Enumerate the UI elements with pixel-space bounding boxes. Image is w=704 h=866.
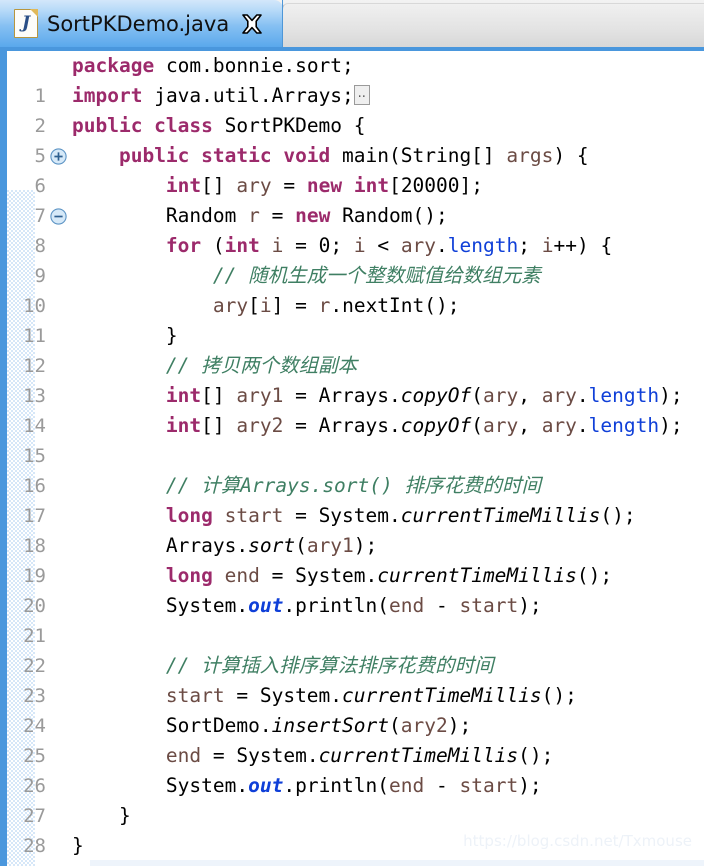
line-source: public static void main(String[] args) {: [118, 144, 589, 167]
java-editor-window: J SortPKDemo.java 1 package com.bonnie.s…: [0, 0, 704, 866]
code-line[interactable]: 17 // 计算Arrays.sort() 排序花费的时间: [0, 471, 704, 527]
line-source: package com.bonnie.sort;: [72, 54, 354, 77]
code-line[interactable]: 19 Arrays.sort(ary1);: [0, 531, 704, 587]
code-line[interactable]: 9 for (int i = 0; i < ary.length; i++) {: [0, 231, 704, 287]
line-source: Arrays.sort(ary1);: [165, 534, 378, 557]
line-source: for (int i = 0; i < ary.length; i++) {: [165, 234, 613, 257]
code-line[interactable]: 28 }: [0, 801, 704, 857]
tab-sortpkdemo-java[interactable]: J SortPKDemo.java: [0, 0, 283, 47]
code-line[interactable]: 5 public class SortPKDemo {: [0, 111, 704, 167]
line-source: import java.util.Arrays;..: [72, 81, 370, 111]
line-source: ary[i] = r.nextInt();: [212, 294, 460, 317]
editor-tab-bar: J SortPKDemo.java: [0, 0, 704, 47]
line-source: int[] ary = new int[20000];: [165, 174, 483, 197]
line-source: start = System.currentTimeMillis();: [165, 684, 577, 707]
code-line[interactable]: 20 long end = System.currentTimeMillis()…: [0, 561, 704, 617]
line-source: end = System.currentTimeMillis();: [165, 744, 554, 767]
code-line[interactable]: 14 int[] ary1 = Arrays.copyOf(ary, ary.l…: [0, 381, 704, 437]
java-file-icon-letter: J: [21, 13, 31, 33]
code-line[interactable]: 25 SortDemo.insertSort(ary2);: [0, 711, 704, 767]
code-line[interactable]: 2 import java.util.Arrays;..: [0, 81, 704, 165]
collapsed-imports-icon[interactable]: ..: [353, 84, 370, 105]
code-line[interactable]: 6 public static void main(String[] args)…: [0, 141, 704, 225]
line-source: }: [165, 324, 178, 347]
code-line[interactable]: 11 ary[i] = r.nextInt();: [0, 291, 704, 347]
code-line[interactable]: 10 // 随机生成一个整数赋值给数组元素: [0, 261, 704, 317]
line-source: [72, 441, 84, 471]
line-source: System.out.println(end - start);: [165, 594, 542, 617]
code-line[interactable]: 24 start = System.currentTimeMillis();: [0, 681, 704, 737]
line-source: [72, 621, 84, 651]
line-source: Random r = new Random();: [165, 204, 448, 227]
code-line[interactable]: 7 int[] ary = new int[20000];: [0, 171, 704, 227]
line-source: int[] ary2 = Arrays.copyOf(ary, ary.leng…: [165, 414, 683, 437]
code-line[interactable]: 21 System.out.println(end - start);: [0, 591, 704, 647]
code-line[interactable]: 13 // 拷贝两个数组副本: [0, 351, 704, 407]
code-line[interactable]: 18 long start = System.currentTimeMillis…: [0, 501, 704, 557]
line-source: SortDemo.insertSort(ary2);: [165, 714, 472, 737]
line-source: // 拷贝两个数组副本: [72, 354, 358, 377]
java-file-icon: J: [14, 9, 38, 38]
line-source: // 计算插入排序算法排序花费的时间: [72, 654, 494, 677]
line-source: public class SortPKDemo {: [72, 114, 366, 137]
line-source: long end = System.currentTimeMillis();: [165, 564, 613, 587]
code-lines: 1 package com.bonnie.sort; 2 import java…: [0, 51, 704, 866]
tab-bar-empty-area: [282, 3, 704, 47]
line-source: long start = System.currentTimeMillis();: [165, 504, 636, 527]
line-number: 29: [10, 861, 46, 866]
editor-bottom-strip: [90, 860, 704, 866]
code-line[interactable]: 15 int[] ary2 = Arrays.copyOf(ary, ary.l…: [0, 411, 704, 467]
code-editor-area[interactable]: 1 package com.bonnie.sort; 2 import java…: [0, 47, 704, 866]
code-line[interactable]: 12 }: [0, 321, 704, 377]
collapse-minus-icon[interactable]: [50, 148, 67, 225]
code-line[interactable]: 27 System.out.println(end - start);: [0, 771, 704, 827]
tab-title: SortPKDemo.java: [47, 11, 230, 36]
code-line[interactable]: 1 package com.bonnie.sort;: [0, 51, 704, 107]
code-line[interactable]: 22: [0, 621, 704, 677]
line-source: // 随机生成一个整数赋值给数组元素: [72, 264, 541, 287]
code-line[interactable]: 26 end = System.currentTimeMillis();: [0, 741, 704, 797]
code-line[interactable]: 16: [0, 441, 704, 497]
code-line[interactable]: 23 // 计算插入排序算法排序花费的时间: [0, 651, 704, 707]
line-source: }: [118, 804, 131, 827]
line-source: System.out.println(end - start);: [165, 774, 542, 797]
line-source: }: [72, 834, 84, 857]
tab-content: J SortPKDemo.java: [0, 0, 263, 47]
expand-plus-icon[interactable]: [50, 88, 67, 165]
line-source: int[] ary1 = Arrays.copyOf(ary, ary.leng…: [165, 384, 683, 407]
code-line[interactable]: 8 Random r = new Random();: [0, 201, 704, 257]
close-icon[interactable]: [241, 13, 263, 35]
watermark: https://blog.csdn.net/Txmouse: [463, 832, 692, 850]
line-source: // 计算Arrays.sort() 排序花费的时间: [72, 474, 541, 497]
